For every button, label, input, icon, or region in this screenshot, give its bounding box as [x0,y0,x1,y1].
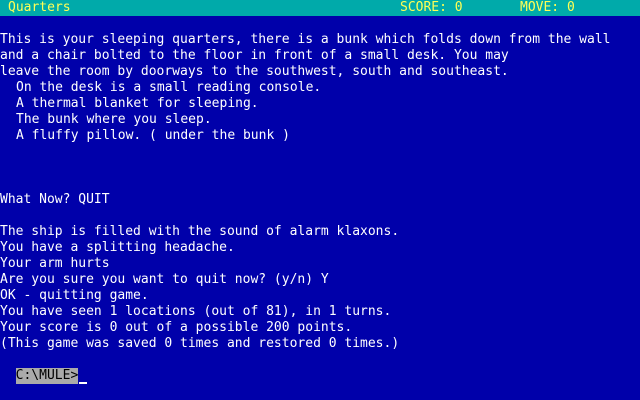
room-item: A thermal blanket for sleeping. [16,96,259,111]
output-line: Your score is 0 out of a possible 200 po… [0,320,353,335]
output-line: You have a splitting headache. [0,240,235,255]
status-bar: Quarters SCORE: 0 MOVE: 0 [0,0,640,16]
room-item: A fluffy pillow. ( under the bunk ) [16,128,290,143]
text-cursor [79,382,88,384]
output-line: OK - quitting game. [0,288,149,303]
move-counter: MOVE: 0 [520,0,575,15]
output-line: Your arm hurts [0,256,110,271]
room-item: On the desk is a small reading console. [16,80,322,95]
score-display: SCORE: 0 [400,0,463,15]
room-item: The bunk where you sleep. [16,112,212,127]
room-description-line: leave the room by doorways to the southw… [0,64,509,79]
command-echo: What Now? QUIT [0,192,110,207]
game-text-output: This is your sleeping quarters, there is… [0,32,640,352]
output-line: You have seen 1 locations (out of 81), i… [0,304,392,319]
room-description-line: and a chair bolted to the floor in front… [0,48,509,63]
command-line[interactable]: C:\MULE> [0,352,88,384]
output-line: (This game was saved 0 times and restore… [0,336,400,351]
output-line: Are you sure you want to quit now? (y/n)… [0,272,329,287]
room-description-line: This is your sleeping quarters, there is… [0,32,611,47]
output-line: The ship is filled with the sound of ala… [0,224,400,239]
dos-prompt: C:\MULE> [15,368,79,384]
location-name: Quarters [8,0,71,15]
